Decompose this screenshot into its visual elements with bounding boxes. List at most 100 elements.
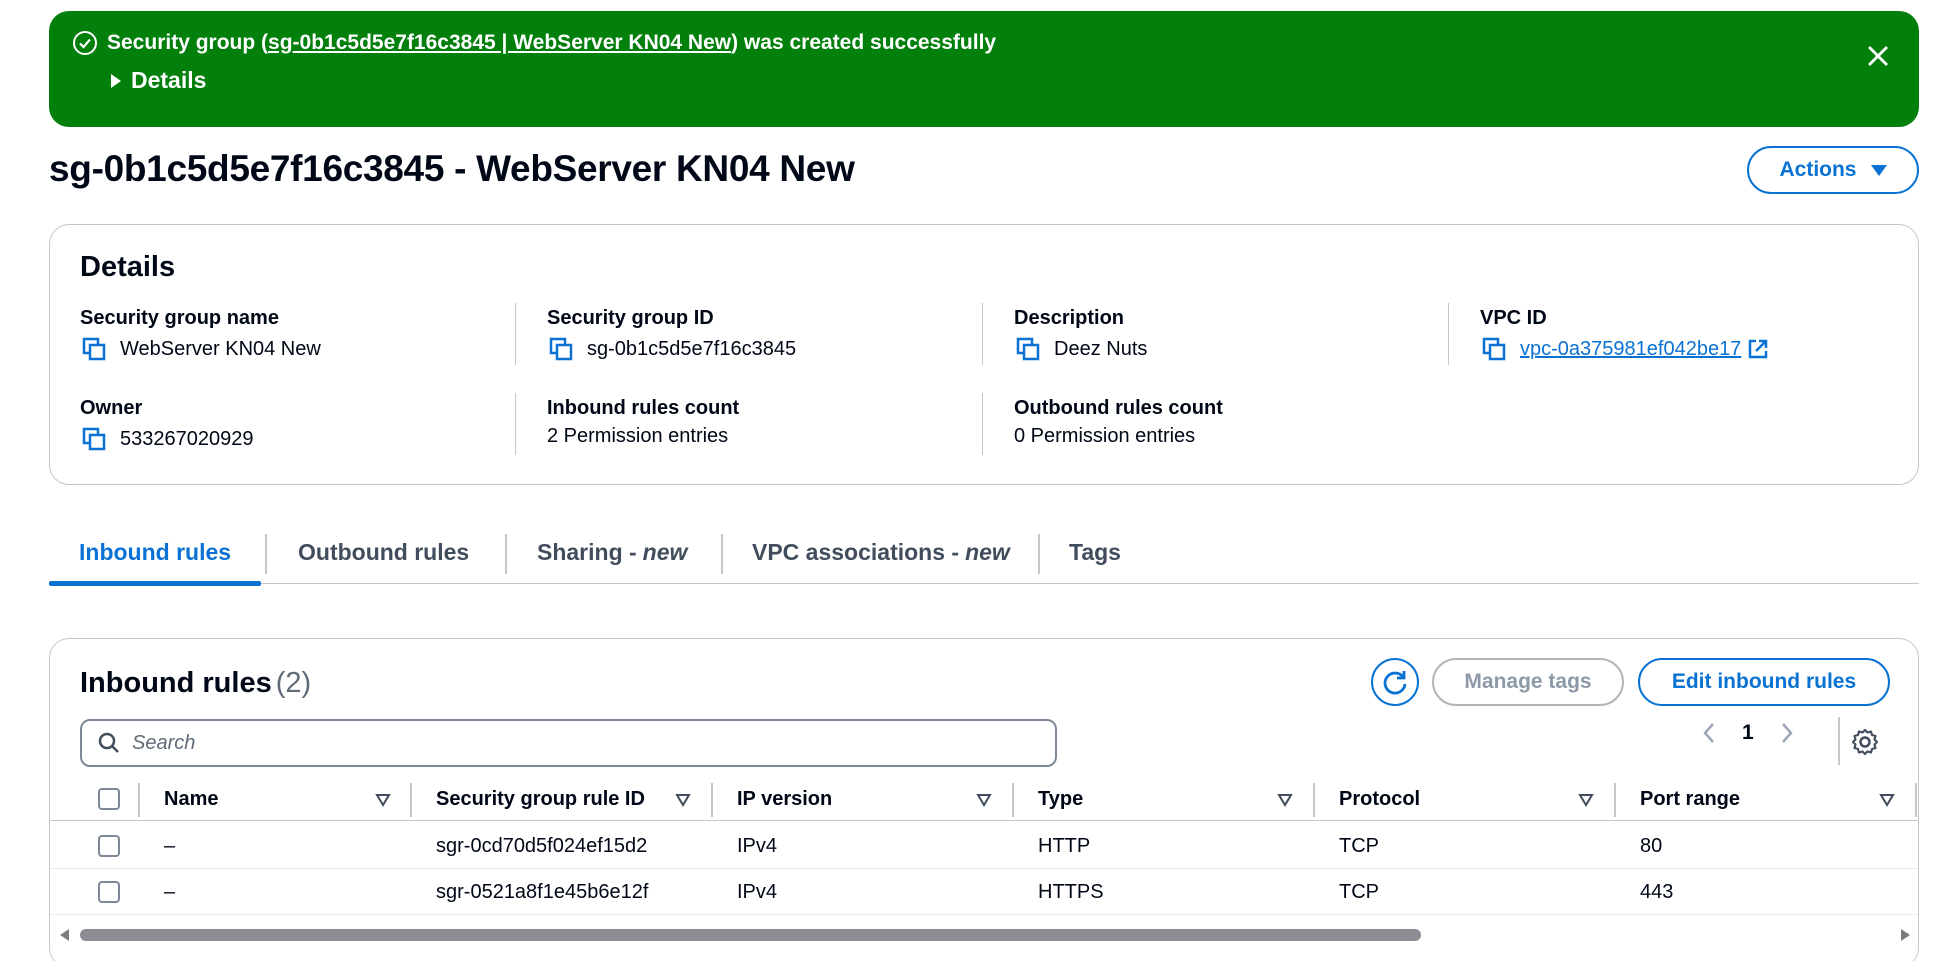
column-header-type[interactable]: Type	[1038, 777, 1083, 821]
column-header-rule-id[interactable]: Security group rule ID	[436, 777, 645, 821]
sort-down-icon[interactable]	[1578, 792, 1594, 808]
column-divider[interactable]	[1614, 783, 1616, 817]
tabs-bar: Inbound rules Outbound rules Sharing - ne…	[48, 520, 1919, 586]
tab-tags[interactable]: Tags	[1069, 520, 1121, 584]
vpc-id-link[interactable]: vpc-0a375981ef042be17	[1520, 338, 1741, 361]
scrollbar-thumb[interactable]	[80, 929, 1421, 941]
sort-down-icon[interactable]	[976, 792, 992, 808]
sg-id-value: sg-0b1c5d5e7f16c3845	[587, 337, 797, 360]
tab-label: Tags	[1069, 538, 1121, 565]
copy-icon[interactable]	[547, 335, 575, 363]
tab-label: Inbound rules	[79, 538, 232, 565]
tab-label: Sharing -	[537, 538, 637, 565]
sort-down-icon[interactable]	[675, 792, 691, 808]
sg-name-field: Security group name WebServer KN04 New	[80, 307, 520, 363]
caret-down-icon	[1870, 164, 1887, 176]
cell-protocol: TCP	[1339, 880, 1379, 903]
column-divider[interactable]	[1915, 783, 1917, 817]
success-flash-banner: Security group (sg-0b1c5d5e7f16c3845 | W…	[49, 11, 1919, 127]
sg-name-value: WebServer KN04 New	[120, 337, 321, 360]
table-row[interactable]: – sgr-0cd70d5f024ef15d2 IPv4 HTTP TCP 80	[50, 823, 1918, 869]
flash-message-row: Security group (sg-0b1c5d5e7f16c3845 | W…	[73, 31, 1895, 55]
column-divider[interactable]	[711, 783, 713, 817]
divider	[1448, 303, 1449, 365]
scroll-right-arrow-icon[interactable]	[1901, 929, 1910, 941]
copy-icon[interactable]	[80, 425, 108, 453]
scroll-left-arrow-icon[interactable]	[60, 929, 69, 941]
outbound-count-field: Outbound rules count 0 Permission entrie…	[1014, 397, 1454, 448]
tab-sharing[interactable]: Sharing - new	[537, 520, 687, 584]
chevron-right-icon[interactable]	[1780, 722, 1794, 744]
search-input[interactable]	[132, 731, 1032, 755]
column-divider[interactable]	[1313, 783, 1315, 817]
tab-label: VPC associations -	[752, 538, 960, 565]
cell-ip-version: IPv4	[737, 880, 778, 903]
manage-tags-button[interactable]: Manage tags	[1432, 658, 1624, 706]
current-page[interactable]: 1	[1742, 721, 1754, 745]
column-header-ip-version[interactable]: IP version	[737, 777, 832, 821]
pager-divider	[1838, 717, 1840, 765]
inbound-rules-card: Inbound rules (2) Manage tags Edit inboun…	[49, 638, 1919, 961]
refresh-button[interactable]	[1371, 658, 1419, 706]
vpc-id-field: VPC ID vpc-0a375981ef042be17	[1480, 307, 1920, 363]
tab-vpc-associations[interactable]: VPC associations - new	[752, 520, 1010, 584]
gear-icon[interactable]	[1850, 727, 1880, 757]
inbound-count-value: 2 Permission entries	[547, 425, 729, 447]
column-divider[interactable]	[410, 783, 412, 817]
owner-field: Owner 533267020929	[80, 397, 520, 453]
refresh-icon	[1383, 671, 1407, 695]
cell-port-range: 443	[1640, 880, 1674, 903]
column-header-port-range[interactable]: Port range	[1640, 777, 1740, 821]
copy-icon[interactable]	[1014, 335, 1042, 363]
column-header-protocol[interactable]: Protocol	[1339, 777, 1420, 821]
flash-details-toggle[interactable]: Details	[111, 67, 1895, 94]
description-field: Description Deez Nuts	[1014, 307, 1454, 363]
cell-type: HTTPS	[1038, 880, 1104, 903]
row-checkbox[interactable]	[98, 881, 120, 903]
tab-outbound-rules[interactable]: Outbound rules	[298, 520, 469, 584]
close-icon[interactable]	[1865, 43, 1891, 69]
inbound-count-field: Inbound rules count 2 Permission entries	[547, 397, 987, 448]
description-label: Description	[1014, 307, 1125, 329]
copy-icon[interactable]	[80, 335, 108, 363]
tab-label: Outbound rules	[298, 538, 470, 565]
actions-button[interactable]: Actions	[1747, 146, 1919, 194]
pagination: 1	[1702, 721, 1794, 745]
description-value: Deez Nuts	[1054, 337, 1148, 360]
search-field	[80, 719, 1057, 767]
actions-label: Actions	[1779, 158, 1857, 181]
tab-new-badge: new	[642, 538, 688, 565]
sort-down-icon[interactable]	[1879, 792, 1895, 808]
edit-inbound-rules-button[interactable]: Edit inbound rules	[1638, 658, 1890, 706]
flash-sg-link[interactable]: sg-0b1c5d5e7f16c3845 | WebServer KN04 Ne…	[268, 31, 731, 54]
divider	[515, 303, 516, 365]
divider	[515, 393, 516, 455]
tab-divider	[721, 534, 723, 574]
select-all-checkbox[interactable]	[98, 788, 120, 810]
column-header-name[interactable]: Name	[164, 777, 218, 821]
tab-divider	[265, 534, 267, 574]
row-checkbox[interactable]	[98, 835, 120, 857]
caret-right-icon	[111, 73, 121, 88]
vpc-id-label: VPC ID	[1480, 307, 1547, 329]
table-header: Name Security group rule ID IP version T…	[50, 777, 1918, 821]
sg-id-field: Security group ID sg-0b1c5d5e7f16c3845	[547, 307, 987, 363]
external-link-icon[interactable]	[1747, 338, 1769, 360]
column-divider[interactable]	[1012, 783, 1014, 817]
outbound-count-label: Outbound rules count	[1014, 397, 1223, 419]
chevron-left-icon[interactable]	[1702, 722, 1716, 744]
column-divider[interactable]	[138, 783, 140, 817]
divider	[982, 303, 983, 365]
cell-port-range: 80	[1640, 834, 1663, 857]
sort-down-icon[interactable]	[1277, 792, 1293, 808]
cell-rule-id: sgr-0521a8f1e45b6e12f	[436, 880, 649, 903]
page: Security group (sg-0b1c5d5e7f16c3845 | W…	[0, 0, 1950, 961]
horizontal-scrollbar[interactable]	[60, 927, 1910, 943]
copy-icon[interactable]	[1480, 335, 1508, 363]
table-row[interactable]: – sgr-0521a8f1e45b6e12f IPv4 HTTPS TCP 4…	[50, 869, 1918, 915]
flash-message: Security group (sg-0b1c5d5e7f16c3845 | W…	[107, 31, 996, 55]
page-title: sg-0b1c5d5e7f16c3845 - WebServer KN04 Ne…	[49, 148, 855, 189]
owner-value: 533267020929	[120, 427, 254, 450]
sort-down-icon[interactable]	[375, 792, 391, 808]
tab-inbound-rules[interactable]: Inbound rules	[48, 520, 262, 586]
